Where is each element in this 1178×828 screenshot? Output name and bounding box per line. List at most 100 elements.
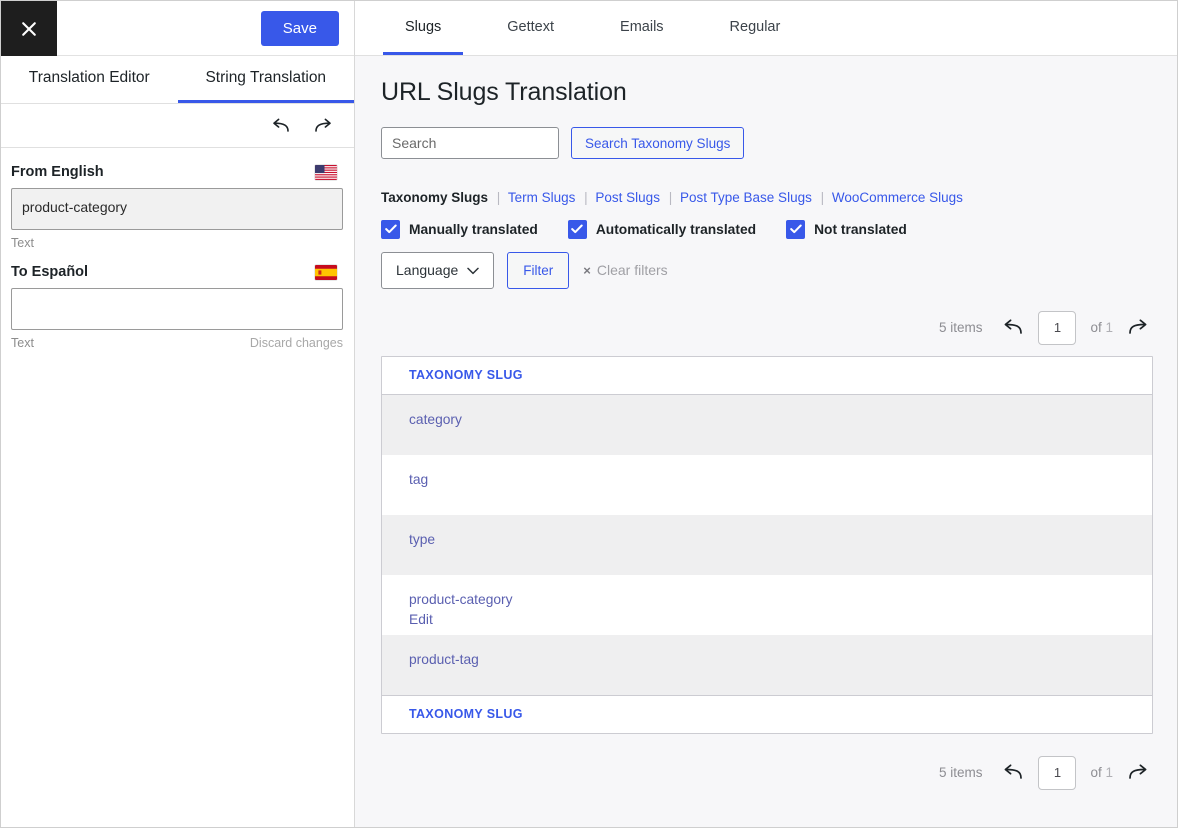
checkbox-not-translated[interactable]: Not translated bbox=[786, 220, 907, 239]
language-select[interactable]: Language bbox=[381, 252, 494, 289]
sidebar-tabs: Translation Editor String Translation bbox=[1, 56, 354, 104]
pagination-bottom-prev-arrow-left-icon[interactable] bbox=[1000, 761, 1024, 785]
table-cell-slug: type bbox=[409, 530, 435, 550]
language-select-label: Language bbox=[396, 262, 458, 278]
table-footer: TAXONOMY SLUG bbox=[382, 695, 1152, 733]
table-row[interactable]: category bbox=[382, 395, 1152, 455]
main-tabbar: Slugs Gettext Emails Regular bbox=[355, 1, 1177, 56]
pagination-bottom-items-count: 5 items bbox=[939, 765, 983, 780]
tab-slugs[interactable]: Slugs bbox=[383, 1, 463, 55]
source-type-label: Text bbox=[11, 236, 34, 250]
subnav-current-taxonomy-slugs: Taxonomy Slugs bbox=[381, 190, 488, 205]
subnav-separator-2: | bbox=[584, 190, 588, 205]
tab-slugs-label: Slugs bbox=[405, 19, 441, 35]
tab-translation-editor[interactable]: Translation Editor bbox=[1, 56, 178, 103]
main-panel: Slugs Gettext Emails Regular URL Slugs T… bbox=[355, 1, 1177, 827]
subnav-link-term-slugs[interactable]: Term Slugs bbox=[508, 190, 576, 205]
pagination-bottom-of-text: of bbox=[1090, 765, 1101, 780]
close-small-icon: × bbox=[583, 263, 591, 278]
tab-regular[interactable]: Regular bbox=[708, 1, 803, 55]
target-type-label: Text bbox=[11, 336, 34, 350]
tab-emails-label: Emails bbox=[620, 19, 664, 35]
pagination-bottom-page-input[interactable] bbox=[1038, 756, 1076, 790]
table-row[interactable]: product-tag bbox=[382, 635, 1152, 695]
table-cell-slug: category bbox=[409, 410, 462, 430]
translation-sidebar: Save Translation Editor String Translati… bbox=[1, 1, 355, 827]
subnav-separator-4: | bbox=[821, 190, 825, 205]
pagination-bottom-of-label: of 1 bbox=[1090, 765, 1113, 780]
main-content: URL Slugs Translation Search Taxonomy Sl… bbox=[355, 56, 1177, 827]
source-language-header: From English bbox=[11, 164, 342, 180]
undo-arrow-icon[interactable] bbox=[268, 114, 292, 138]
tab-gettext[interactable]: Gettext bbox=[485, 1, 576, 55]
search-row: Search Taxonomy Slugs bbox=[381, 127, 1153, 159]
source-language-label: From English bbox=[11, 164, 104, 180]
pagination-bottom-total-pages: 1 bbox=[1105, 765, 1113, 780]
pagination-top-page-input[interactable] bbox=[1038, 311, 1076, 345]
checkbox-automatically-translated-label: Automatically translated bbox=[596, 222, 756, 237]
tab-string-translation[interactable]: String Translation bbox=[178, 56, 355, 103]
pagination-top-total-pages: 1 bbox=[1105, 320, 1113, 335]
table-row[interactable]: tag bbox=[382, 455, 1152, 515]
sidebar-toolbar: Save bbox=[1, 1, 354, 56]
table-cell-slug: product-tag bbox=[409, 650, 479, 670]
source-meta-row: Text bbox=[11, 236, 343, 250]
sidebar-history-bar bbox=[1, 104, 354, 148]
slug-link-product-category[interactable]: product-category bbox=[409, 590, 513, 610]
search-taxonomy-slugs-button[interactable]: Search Taxonomy Slugs bbox=[571, 127, 744, 159]
slug-link-product-tag[interactable]: product-tag bbox=[409, 650, 479, 670]
check-icon bbox=[381, 220, 400, 239]
pagination-top-items-count: 5 items bbox=[939, 320, 983, 335]
slug-link-tag[interactable]: tag bbox=[409, 470, 428, 490]
close-icon bbox=[20, 20, 38, 38]
subnav-link-post-type-base-slugs[interactable]: Post Type Base Slugs bbox=[680, 190, 812, 205]
source-text-input[interactable] bbox=[11, 188, 343, 230]
filter-button[interactable]: Filter bbox=[507, 252, 569, 289]
clear-filters-button[interactable]: × Clear filters bbox=[583, 262, 667, 278]
tab-translation-editor-label: Translation Editor bbox=[29, 69, 150, 87]
pagination-bottom-next-arrow-right-icon[interactable] bbox=[1127, 761, 1151, 785]
checkbox-manually-translated-label: Manually translated bbox=[409, 222, 538, 237]
tab-gettext-label: Gettext bbox=[507, 19, 554, 35]
filter-checkboxes: Manually translated Automatically transl… bbox=[381, 220, 1153, 239]
slug-link-category[interactable]: category bbox=[409, 410, 462, 430]
app-window: Save Translation Editor String Translati… bbox=[0, 0, 1178, 828]
search-input[interactable] bbox=[381, 127, 559, 159]
close-button[interactable] bbox=[1, 1, 57, 56]
edit-link-product-category[interactable]: Edit bbox=[409, 610, 513, 630]
target-meta-row: Text Discard changes bbox=[11, 336, 343, 350]
taxonomy-slugs-table: TAXONOMY SLUG category tag type bbox=[381, 356, 1153, 734]
subnav-separator-1: | bbox=[497, 190, 501, 205]
pagination-top-of-text: of bbox=[1090, 320, 1101, 335]
check-icon bbox=[786, 220, 805, 239]
page-title: URL Slugs Translation bbox=[381, 78, 1153, 107]
check-icon bbox=[568, 220, 587, 239]
pagination-top: 5 items of 1 bbox=[381, 289, 1153, 356]
table-row[interactable]: product-category Edit bbox=[382, 575, 1152, 635]
discard-changes-button[interactable]: Discard changes bbox=[250, 336, 343, 350]
filters-row: Language Filter × Clear filters bbox=[381, 252, 1153, 289]
slug-link-type[interactable]: type bbox=[409, 530, 435, 550]
table-row[interactable]: type bbox=[382, 515, 1152, 575]
table-cell-slug: tag bbox=[409, 470, 428, 490]
sidebar-content: From English bbox=[1, 148, 354, 827]
target-language-header: To Español bbox=[11, 264, 342, 280]
target-text-input[interactable] bbox=[11, 288, 343, 330]
es-flag-icon bbox=[315, 265, 337, 280]
table-header: TAXONOMY SLUG bbox=[382, 357, 1152, 395]
redo-arrow-icon[interactable] bbox=[312, 114, 336, 138]
table-header-taxonomy-slug: TAXONOMY SLUG bbox=[409, 368, 523, 382]
us-flag-icon bbox=[315, 165, 337, 180]
subnav-link-woocommerce-slugs[interactable]: WooCommerce Slugs bbox=[832, 190, 963, 205]
clear-filters-label: Clear filters bbox=[597, 262, 668, 278]
subnav-link-post-slugs[interactable]: Post Slugs bbox=[595, 190, 660, 205]
checkbox-automatically-translated[interactable]: Automatically translated bbox=[568, 220, 756, 239]
pagination-top-next-arrow-right-icon[interactable] bbox=[1127, 316, 1151, 340]
save-button[interactable]: Save bbox=[261, 11, 339, 46]
chevron-down-icon bbox=[467, 262, 479, 278]
tab-emails[interactable]: Emails bbox=[598, 1, 686, 55]
pagination-top-prev-arrow-left-icon[interactable] bbox=[1000, 316, 1024, 340]
subnav: Taxonomy Slugs | Term Slugs | Post Slugs… bbox=[381, 189, 1153, 207]
checkbox-manually-translated[interactable]: Manually translated bbox=[381, 220, 538, 239]
subnav-separator-3: | bbox=[669, 190, 673, 205]
